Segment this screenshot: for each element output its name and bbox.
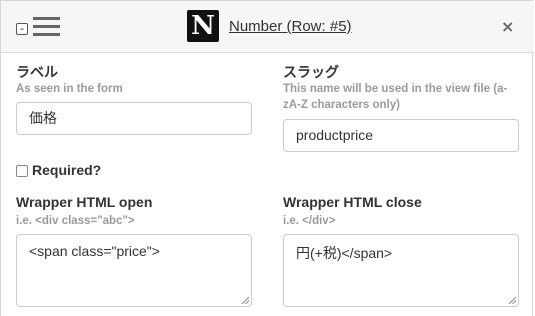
- wrapper-open-value: <span class="price">: [29, 243, 160, 259]
- slug-field-help-line2: zA-Z characters only): [283, 99, 400, 111]
- wrapper-close-help: i.e. </div>: [283, 215, 336, 227]
- wrapper-open-textarea[interactable]: <span class="price">: [16, 234, 252, 307]
- wrapper-open-label: Wrapper HTML open: [16, 194, 153, 210]
- label-field-help: As seen in the form: [16, 83, 123, 95]
- slug-field-label: スラッグ: [283, 64, 339, 80]
- required-checkbox[interactable]: [16, 165, 28, 177]
- collapse-button[interactable]: -: [16, 23, 28, 35]
- slug-field-help-line1: This name will be used in the view file …: [283, 83, 508, 95]
- field-settings-panel: - N Number (Row: #5) × ラベル As seen in th…: [0, 0, 534, 316]
- resize-grip-icon[interactable]: [241, 296, 249, 304]
- label-input[interactable]: 価格: [16, 102, 252, 135]
- wrapper-close-value: 円(+税)</span>: [296, 245, 393, 261]
- wrapper-close-textarea[interactable]: 円(+税)</span>: [283, 234, 519, 307]
- wrapper-open-help: i.e. <div class="abc">: [16, 215, 135, 227]
- panel-header: - N Number (Row: #5) ×: [1, 1, 534, 53]
- resize-grip-icon[interactable]: [508, 296, 516, 304]
- close-icon[interactable]: ×: [501, 17, 514, 36]
- required-label[interactable]: Required?: [32, 162, 101, 178]
- wrapper-close-label: Wrapper HTML close: [283, 194, 422, 210]
- panel-title[interactable]: Number (Row: #5): [229, 18, 352, 35]
- label-field-label: ラベル: [16, 64, 58, 80]
- number-field-logo: N: [187, 10, 219, 42]
- slug-input[interactable]: productprice: [283, 119, 519, 152]
- drag-handle-icon[interactable]: [33, 17, 60, 37]
